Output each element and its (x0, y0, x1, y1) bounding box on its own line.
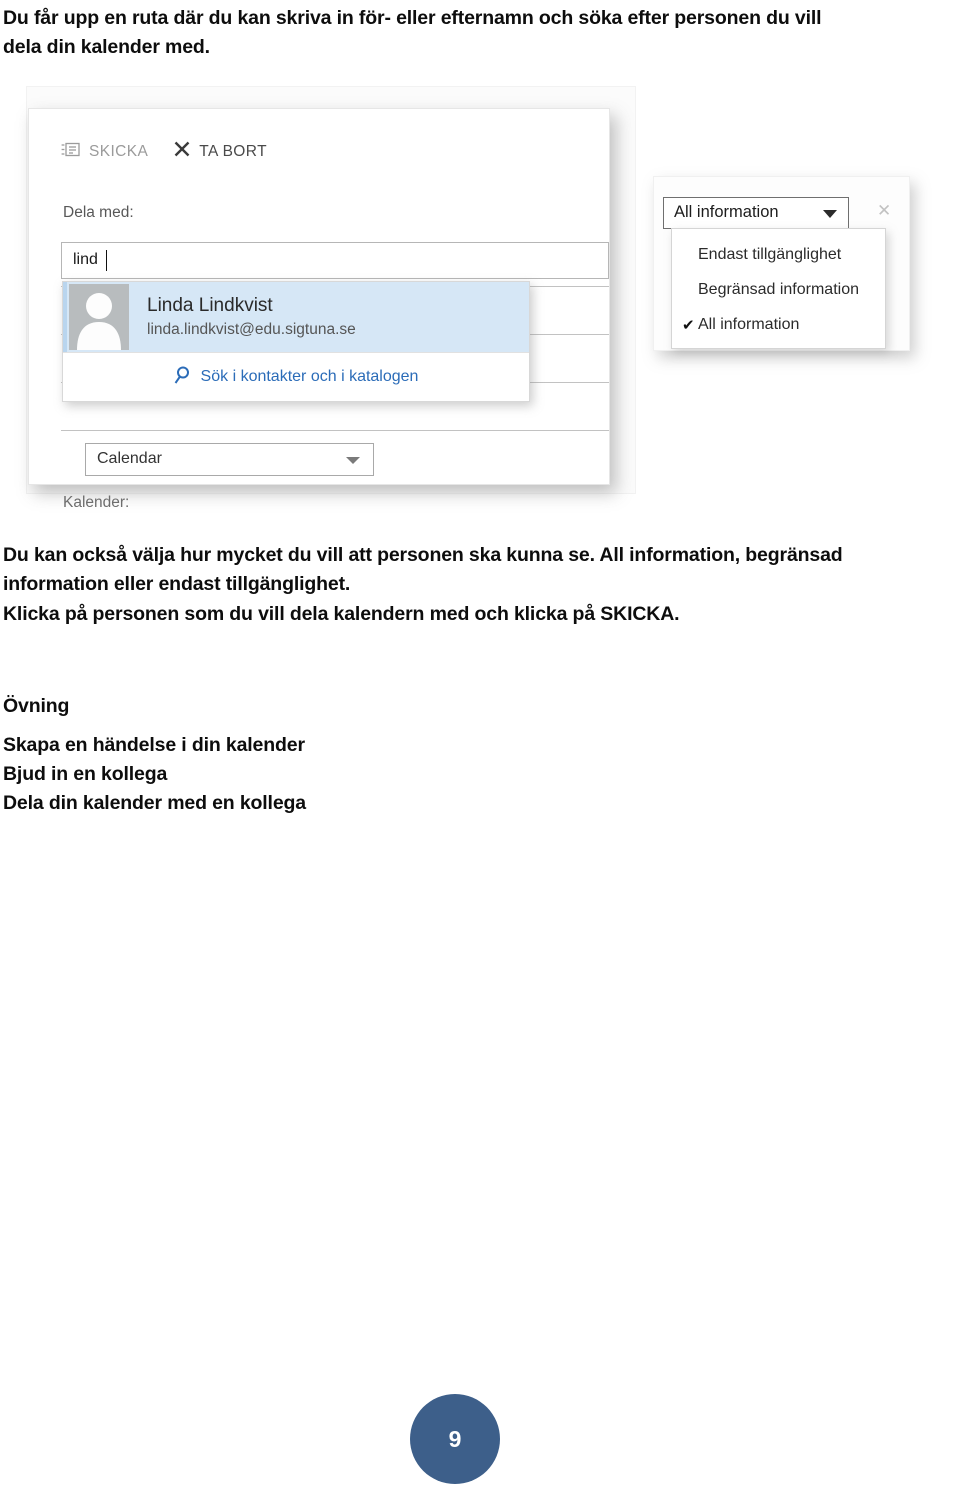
permission-option-limited-details[interactable]: Begränsad information (672, 272, 885, 307)
permission-option-label: Begränsad information (698, 280, 859, 298)
contact-suggestion-flyout: Linda Lindkvist linda.lindkvist@edu.sigt… (62, 281, 530, 402)
permission-options-menu: Endast tillgänglighet Begränsad informat… (671, 228, 886, 349)
search-directory-link[interactable]: Sök i kontakter och i katalogen (63, 352, 529, 401)
exercise-list-item: Dela din kalender med en kollega (3, 792, 306, 814)
send-button-label: SKICKA (89, 142, 149, 160)
contact-name: Linda Lindkvist (147, 294, 273, 316)
share-with-input-value: lind (73, 251, 98, 268)
permission-option-label: All information (698, 315, 800, 333)
contact-email: linda.lindkvist@edu.sigtuna.se (147, 320, 356, 338)
share-with-input[interactable]: lind (61, 242, 609, 279)
permission-select-value: All information (674, 203, 779, 221)
intro-paragraph-line-2: dela din kalender med. (3, 36, 210, 58)
text-caret (106, 250, 107, 271)
explanation-line-1: Du kan också välja hur mycket du vill at… (3, 544, 843, 566)
dialog-toolbar: SKICKA TA BORT (61, 141, 267, 162)
intro-paragraph-line-1: Du får upp en ruta där du kan skriva in … (3, 7, 822, 29)
chevron-down-icon (346, 457, 360, 464)
share-dialog-panel: SKICKA TA BORT Dela med: lind Kalender: … (28, 108, 610, 511)
explanation-line-2: information eller endast tillgänglighet. (3, 573, 351, 595)
close-x-icon (174, 141, 190, 162)
page-number-badge: 9 (410, 1394, 500, 1484)
click-instruction-paragraph: Klicka på personen som du vill dela kale… (3, 600, 903, 629)
send-icon (61, 142, 80, 162)
share-with-label: Dela med: (63, 204, 134, 221)
exercise-list-item: Bjud in en kollega (3, 763, 168, 785)
close-icon[interactable]: ✕ (877, 202, 891, 219)
permission-flyout-screenshot: All information ✕ Endast tillgänglighet … (645, 170, 915, 360)
exercise-list: Skapa en händelse i din kalender Bjud in… (3, 731, 503, 818)
page-number-value: 9 (448, 1425, 462, 1452)
checkmark-icon: ✔ (682, 316, 695, 334)
permission-option-availability-only[interactable]: Endast tillgänglighet (672, 237, 885, 272)
contact-suggestion-item[interactable]: Linda Lindkvist linda.lindkvist@edu.sigt… (63, 282, 529, 352)
click-instruction-line: Klicka på personen som du vill dela kale… (3, 603, 680, 625)
calendar-label: Kalender: (63, 494, 130, 511)
send-button[interactable]: SKICKA (61, 142, 148, 162)
search-icon (174, 366, 191, 389)
permission-select[interactable]: All information (663, 197, 849, 229)
permission-option-all-information[interactable]: ✔ All information (672, 307, 885, 342)
delete-button-label: TA BORT (199, 142, 267, 160)
explanation-paragraph: Du kan också välja hur mycket du vill at… (3, 541, 903, 599)
exercise-heading: Övning (3, 695, 70, 717)
share-calendar-screenshot: SKICKA TA BORT Dela med: lind Kalender: … (18, 86, 648, 516)
intro-paragraph: Du får upp en ruta där du kan skriva in … (3, 4, 933, 62)
permission-option-label: Endast tillgänglighet (698, 245, 842, 263)
chevron-down-icon (823, 210, 837, 218)
person-avatar-icon (69, 284, 129, 350)
calendar-select-value: Calendar (97, 450, 162, 467)
contact-text: Linda Lindkvist linda.lindkvist@edu.sigt… (147, 295, 356, 340)
exercise-list-item: Skapa en händelse i din kalender (3, 734, 305, 756)
form-row-divider (61, 430, 609, 431)
search-directory-label: Sök i kontakter och i katalogen (200, 368, 419, 385)
calendar-select[interactable]: Calendar (85, 443, 374, 476)
delete-button[interactable]: TA BORT (174, 141, 267, 162)
